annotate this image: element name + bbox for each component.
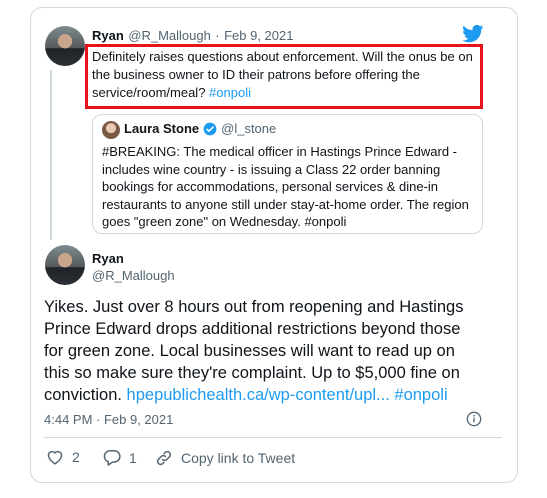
separator-dot: · — [215, 28, 220, 43]
author-name[interactable]: Ryan — [92, 250, 175, 267]
reply-count: 1 — [129, 449, 137, 466]
link-icon — [155, 449, 173, 467]
thread-connector-line — [50, 70, 52, 240]
like-button[interactable]: 2 — [46, 449, 80, 465]
author-handle[interactable]: @R_Mallough — [128, 28, 211, 43]
avatar[interactable] — [45, 26, 85, 66]
divider — [44, 437, 502, 438]
reply-icon — [103, 449, 121, 466]
tweet-timestamp[interactable]: 4:44 PM · Feb 9, 2021 — [44, 412, 173, 427]
like-count: 2 — [72, 449, 80, 465]
tweet-date[interactable]: Feb 9, 2021 — [224, 28, 293, 43]
author-name[interactable]: Ryan — [92, 28, 124, 43]
copy-link-button[interactable]: Copy link to Tweet — [155, 449, 295, 467]
quoted-tweet[interactable]: Laura Stone @l_stone #BREAKING: The medi… — [92, 114, 483, 234]
quoted-tweet-header: Laura Stone @l_stone — [124, 121, 276, 136]
main-tweet-text: Yikes. Just over 8 hours out from reopen… — [44, 296, 484, 406]
verified-badge-icon — [203, 122, 217, 136]
info-icon[interactable] — [466, 411, 482, 427]
reply-tweet-header: Ryan @R_Mallough · Feb 9, 2021 — [92, 27, 293, 45]
red-highlight-box — [85, 44, 483, 109]
hashtag-link[interactable]: #onpoli — [394, 386, 447, 404]
author-handle[interactable]: @l_stone — [221, 121, 276, 136]
reply-button[interactable]: 1 — [103, 449, 137, 466]
heart-icon — [46, 449, 64, 465]
author-handle[interactable]: @R_Mallough — [92, 267, 175, 284]
twitter-bird-icon[interactable] — [462, 25, 484, 43]
avatar[interactable] — [102, 121, 120, 139]
author-name[interactable]: Laura Stone — [124, 121, 199, 136]
avatar[interactable] — [45, 245, 85, 285]
main-tweet-author: Ryan @R_Mallough — [92, 250, 175, 284]
url-link[interactable]: hpepublichealth.ca/wp-content/upl... — [127, 386, 390, 404]
copy-link-label: Copy link to Tweet — [181, 450, 296, 466]
quoted-tweet-text: #BREAKING: The medical officer in Hastin… — [102, 144, 469, 229]
